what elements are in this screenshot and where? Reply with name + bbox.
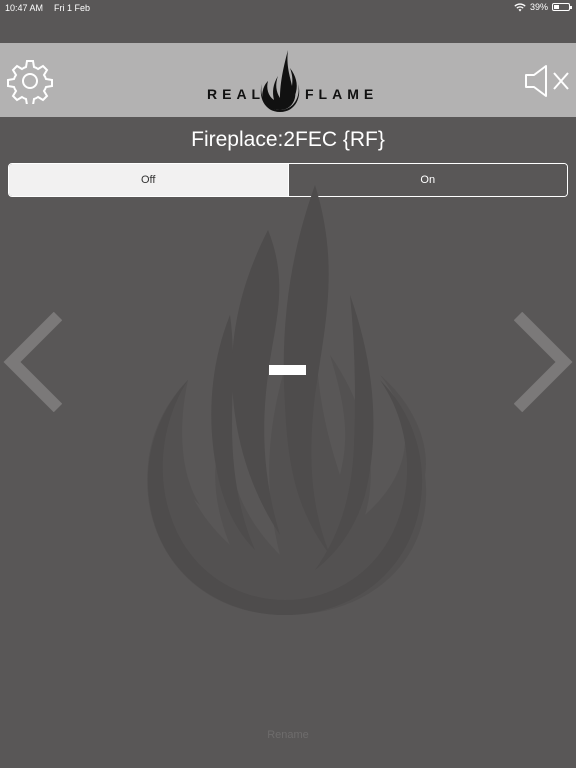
status-right: 39% — [514, 2, 572, 12]
gear-icon — [7, 60, 53, 106]
header-spacer — [0, 16, 576, 43]
device-title: Fireplace:2FEC {RF} — [191, 128, 385, 151]
rename-button[interactable]: Rename — [0, 729, 576, 741]
flame-watermark-icon — [147, 185, 427, 615]
logo-text-right: FLAME — [305, 86, 379, 102]
real-flame-logo: REAL FLAME — [196, 48, 380, 114]
chevron-left-icon[interactable] — [0, 312, 62, 412]
speaker-muted-icon — [525, 65, 569, 97]
status-date: Fri 1 Feb — [54, 3, 91, 13]
wifi-icon — [514, 2, 526, 11]
level-indicator: — — [269, 365, 306, 375]
logo-text-left: REAL — [207, 86, 266, 102]
settings-button[interactable] — [7, 58, 53, 106]
app-header: REAL FLAME — [0, 43, 576, 117]
status-bar: 10:47 AM Fri 1 Feb 39% — [0, 0, 576, 16]
status-time: 10:47 AM — [5, 3, 44, 13]
chevron-right-icon[interactable] — [514, 312, 576, 412]
battery-icon — [552, 3, 572, 11]
battery-percent: 39% — [529, 2, 548, 12]
mute-button[interactable] — [524, 63, 570, 99]
flame-logo-icon — [260, 50, 300, 112]
